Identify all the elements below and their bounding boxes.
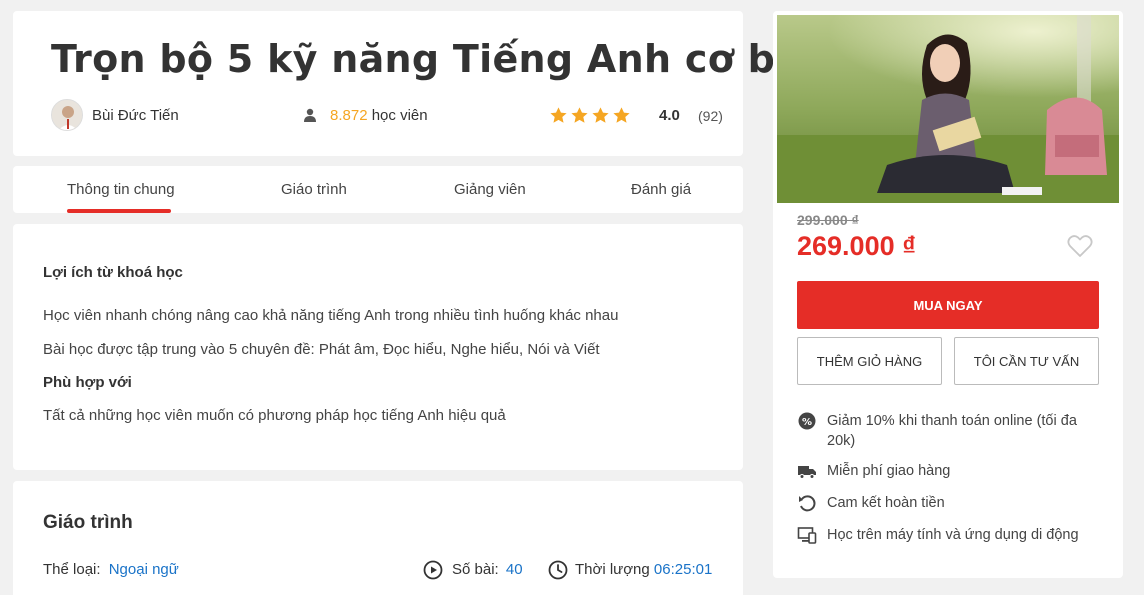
perk-text: Học trên máy tính và ứng dụng di động <box>827 527 1079 543</box>
perk-item: % Giảm 10% khi thanh toán online (tối đa… <box>797 411 1097 451</box>
star-icon <box>592 107 609 123</box>
percent-badge-icon: % <box>798 412 816 430</box>
curriculum-card: Giáo trình Thể loại: Ngoại ngữ Số bài: 4… <box>13 481 743 595</box>
category-label: Thể loại: <box>43 561 101 578</box>
star-icon <box>571 107 588 123</box>
request-consult-button[interactable]: TÔI CẦN TƯ VẤN <box>954 337 1099 385</box>
svg-text:%: % <box>802 417 812 428</box>
perk-item: Miễn phí giao hàng <box>797 461 950 481</box>
refund-arrow-icon <box>799 495 816 512</box>
benefit-item: Học viên nhanh chóng nâng cao khả năng t… <box>43 307 619 324</box>
tab-curriculum[interactable]: Giáo trình <box>281 181 347 198</box>
heart-icon[interactable] <box>1067 234 1093 258</box>
perk-text: Cam kết hoàn tiền <box>827 495 945 511</box>
instructor-avatar[interactable] <box>51 99 83 131</box>
course-info-card: Lợi ích từ khoá học Học viên nhanh chóng… <box>13 224 743 470</box>
purchase-sidebar: 299.000 ₫ 269.000 ₫ MUA NGAY THÊM GIỎ HÀ… <box>773 11 1123 578</box>
duration-meta: Thời lượng 06:25:01 <box>575 561 712 578</box>
user-icon <box>304 108 316 122</box>
tab-reviews[interactable]: Đánh giá <box>631 181 691 198</box>
original-price: 299.000 ₫ <box>797 212 859 228</box>
perk-text: Miễn phí giao hàng <box>827 463 951 479</box>
add-to-cart-button[interactable]: THÊM GIỎ HÀNG <box>797 337 942 385</box>
clock-icon <box>548 560 568 580</box>
rating-value: 4.0 <box>659 107 680 124</box>
student-suffix: học viên <box>371 107 428 124</box>
perk-item: Cam kết hoàn tiền <box>797 493 945 513</box>
student-count: 8.872 học viên <box>330 107 428 124</box>
duration-value: 06:25:01 <box>653 561 713 578</box>
curriculum-title: Giáo trình <box>43 512 133 533</box>
tab-instructor[interactable]: Giảng viên <box>454 181 526 198</box>
rating-count: (92) <box>698 108 723 124</box>
star-icon <box>550 107 567 123</box>
star-icon <box>613 107 630 123</box>
tab-general-info[interactable]: Thông tin chung <box>67 181 175 198</box>
instructor-name[interactable]: Bùi Đức Tiến <box>92 107 179 124</box>
buy-now-button[interactable]: MUA NGAY <box>797 281 1099 329</box>
sale-price: 269.000 ₫ <box>797 231 916 261</box>
suitable-heading: Phù hợp với <box>43 374 132 391</box>
tab-bar: Thông tin chung Giáo trình Giảng viên Đá… <box>13 166 743 213</box>
delivery-truck-icon <box>798 466 816 479</box>
perk-item: Học trên máy tính và ứng dụng di động <box>797 525 1079 545</box>
rating-stars <box>549 106 631 125</box>
lessons-value: 40 <box>505 561 523 578</box>
benefit-item: Bài học được tập trung vào 5 chuyên đề: … <box>43 341 600 358</box>
suitable-item: Tất cả những học viên muốn có phương phá… <box>43 407 506 424</box>
student-number: 8.872 <box>330 107 368 124</box>
play-circle-icon <box>423 560 443 580</box>
duration-label: Thời lượng <box>575 561 650 578</box>
category-link[interactable]: Ngoại ngữ <box>109 561 179 578</box>
benefits-heading: Lợi ích từ khoá học <box>43 264 183 281</box>
perk-text: Giảm 10% khi thanh toán online (tối đa 2… <box>827 413 1077 449</box>
course-header-card: Trọn bộ 5 kỹ năng Tiếng Anh cơ bản Bùi Đ… <box>13 11 828 156</box>
course-thumbnail <box>777 15 1119 203</box>
active-tab-indicator <box>67 209 171 213</box>
lessons-meta: Số bài: 40 <box>452 561 523 578</box>
course-title: Trọn bộ 5 kỹ năng Tiếng Anh cơ bản <box>51 37 829 81</box>
devices-icon <box>797 527 817 544</box>
category-meta: Thể loại: Ngoại ngữ <box>43 561 179 578</box>
lessons-label: Số bài: <box>452 561 499 578</box>
